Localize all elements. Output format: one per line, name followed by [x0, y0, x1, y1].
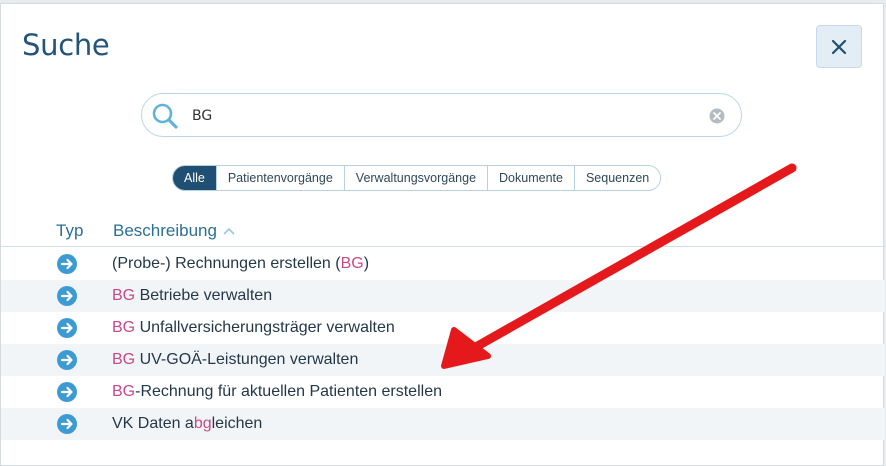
result-text: VK Daten abgleichen — [112, 415, 263, 432]
result-text: BG-Rechnung für aktuellen Patienten erst… — [112, 383, 442, 400]
chevron-up-icon — [223, 227, 235, 235]
result-row[interactable]: BG UV-GOÄ-Leistungen verwalten — [1, 344, 885, 376]
result-list: (Probe-) Rechnungen erstellen (BG) BG Be… — [1, 248, 885, 440]
search-input[interactable] — [192, 104, 692, 128]
close-button[interactable] — [816, 25, 862, 68]
search-box[interactable] — [141, 93, 742, 137]
filter-patientenvorgaenge[interactable]: Patientenvorgänge — [215, 166, 344, 190]
arrow-right-icon — [57, 254, 77, 274]
arrow-right-icon — [57, 414, 77, 434]
filter-sequenzen[interactable]: Sequenzen — [573, 166, 661, 190]
result-row[interactable]: VK Daten abgleichen — [1, 408, 885, 440]
result-row[interactable]: BG-Rechnung für aktuellen Patienten erst… — [1, 376, 885, 408]
arrow-right-icon — [57, 286, 77, 306]
column-header-beschreibung[interactable]: Beschreibung — [113, 221, 235, 241]
arrow-right-icon — [57, 318, 77, 338]
filter-dokumente[interactable]: Dokumente — [487, 166, 574, 190]
arrow-right-icon — [57, 382, 77, 402]
close-icon — [831, 39, 847, 54]
arrow-right-icon — [57, 350, 77, 370]
result-text: (Probe-) Rechnungen erstellen (BG) — [112, 255, 370, 272]
clear-icon[interactable] — [709, 108, 725, 124]
result-row[interactable]: BG Unfallversicherungsträger verwalten — [1, 312, 885, 344]
header-divider — [1, 246, 885, 247]
search-icon — [152, 103, 178, 129]
filter-verwaltungsvorgaenge[interactable]: Verwaltungsvorgänge — [343, 166, 488, 190]
result-text: BG UV-GOÄ-Leistungen verwalten — [112, 351, 359, 368]
result-text: BG Unfallversicherungsträger verwalten — [112, 319, 395, 336]
result-row[interactable]: (Probe-) Rechnungen erstellen (BG) — [1, 248, 885, 280]
result-row[interactable]: BG Betriebe verwalten — [1, 280, 885, 312]
search-dialog: Suche Alle Patientenvorgänge Verwaltungs… — [0, 3, 885, 466]
column-header-beschreibung-label: Beschreibung — [113, 221, 217, 240]
filter-all[interactable]: Alle — [173, 166, 216, 190]
filter-segmented-control: Alle Patientenvorgänge Verwaltungsvorgän… — [172, 165, 662, 191]
result-text: BG Betriebe verwalten — [112, 287, 273, 304]
column-header-typ[interactable]: Typ — [56, 221, 83, 241]
dialog-title: Suche — [22, 28, 110, 62]
